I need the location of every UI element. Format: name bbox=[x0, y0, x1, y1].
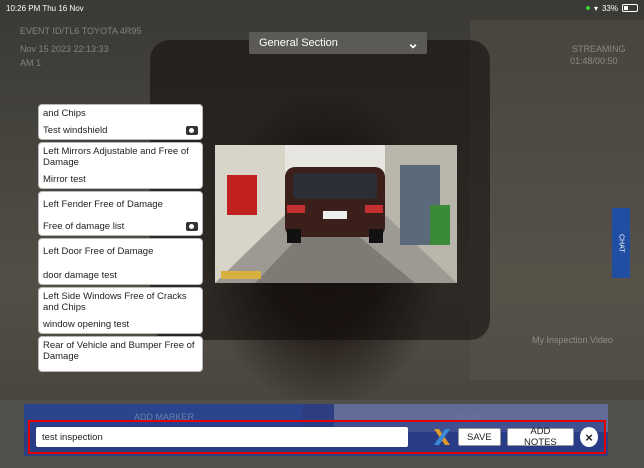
recording-dot-icon bbox=[585, 6, 590, 10]
save-button[interactable]: SAVE bbox=[458, 428, 501, 446]
checklist-item-test: door damage test bbox=[43, 270, 117, 281]
checklist-item[interactable]: Rear of Vehicle and Bumper Free of Damag… bbox=[38, 336, 203, 372]
notes-input[interactable] bbox=[36, 427, 408, 447]
event-date-text: Nov 15 2023 22:13:33 bbox=[20, 44, 109, 54]
event-id-text: EVENT ID/TL6 TOYOTA 4R95 bbox=[20, 26, 142, 36]
checklist-item[interactable]: Left Door Free of Damage door damage tes… bbox=[38, 238, 203, 285]
captured-photo[interactable] bbox=[215, 145, 457, 283]
checklist-item-test: window opening test bbox=[43, 319, 130, 330]
chat-tab-label: CHAT bbox=[617, 233, 625, 253]
chevron-down-icon: ⌄ bbox=[407, 34, 419, 51]
checklist-item-title: Rear of Vehicle and Bumper Free of Damag… bbox=[43, 340, 195, 362]
camera-icon[interactable] bbox=[186, 126, 198, 135]
close-icon[interactable]: × bbox=[580, 427, 598, 447]
checklist-item-title: and Chips bbox=[43, 108, 86, 119]
section-dropdown-label: General Section bbox=[259, 37, 338, 49]
status-date: Thu 16 Nov bbox=[42, 3, 84, 13]
notes-bar: SAVE ADD NOTES × bbox=[28, 420, 606, 454]
chat-tab[interactable]: CHAT bbox=[612, 208, 630, 278]
add-notes-button[interactable]: ADD NOTES bbox=[506, 426, 575, 448]
stream-timer: 01:48/00:50 bbox=[570, 56, 618, 66]
brand-x-icon[interactable] bbox=[432, 426, 452, 448]
event-meta-text: AM 1 bbox=[20, 58, 42, 68]
checklist-item-title: Left Door Free of Damage bbox=[43, 246, 154, 257]
streaming-label: STREAMING bbox=[572, 44, 626, 54]
checklist-item[interactable]: and Chips Test windshield bbox=[38, 104, 203, 140]
checklist-item-title: Left Side Windows Free of Cracks and Chi… bbox=[43, 291, 187, 313]
checklist-item-title: Left Fender Free of Damage bbox=[43, 199, 163, 210]
checklist-item-test: Test windshield bbox=[43, 125, 108, 136]
checklist-item[interactable]: Left Mirrors Adjustable and Free of Dama… bbox=[38, 142, 203, 189]
checklist-item-test: Mirror test bbox=[43, 174, 86, 185]
status-time: 10:26 PM bbox=[6, 3, 41, 13]
camera-icon[interactable] bbox=[186, 222, 198, 231]
checklist-item-test: Free of damage list bbox=[43, 221, 125, 232]
checklist-item-title: Left Mirrors Adjustable and Free of Dama… bbox=[43, 146, 189, 168]
checklist-panel[interactable]: and Chips Test windshield Left Mirrors A… bbox=[38, 104, 205, 386]
vehicle-photo-image bbox=[215, 145, 457, 283]
battery-percent: 33% bbox=[601, 3, 618, 13]
checklist-item[interactable]: Left Side Windows Free of Cracks and Chi… bbox=[38, 287, 203, 334]
status-bar: 10:26 PM Thu 16 Nov ▾ 33% bbox=[0, 0, 644, 16]
video-title-text: My Inspection Video bbox=[532, 335, 613, 345]
battery-icon bbox=[622, 4, 638, 12]
section-dropdown[interactable]: General Section ⌄ bbox=[249, 32, 427, 54]
wifi-icon: ▾ bbox=[593, 3, 598, 13]
checklist-item[interactable]: Left Fender Free of Damage Free of damag… bbox=[38, 191, 203, 236]
